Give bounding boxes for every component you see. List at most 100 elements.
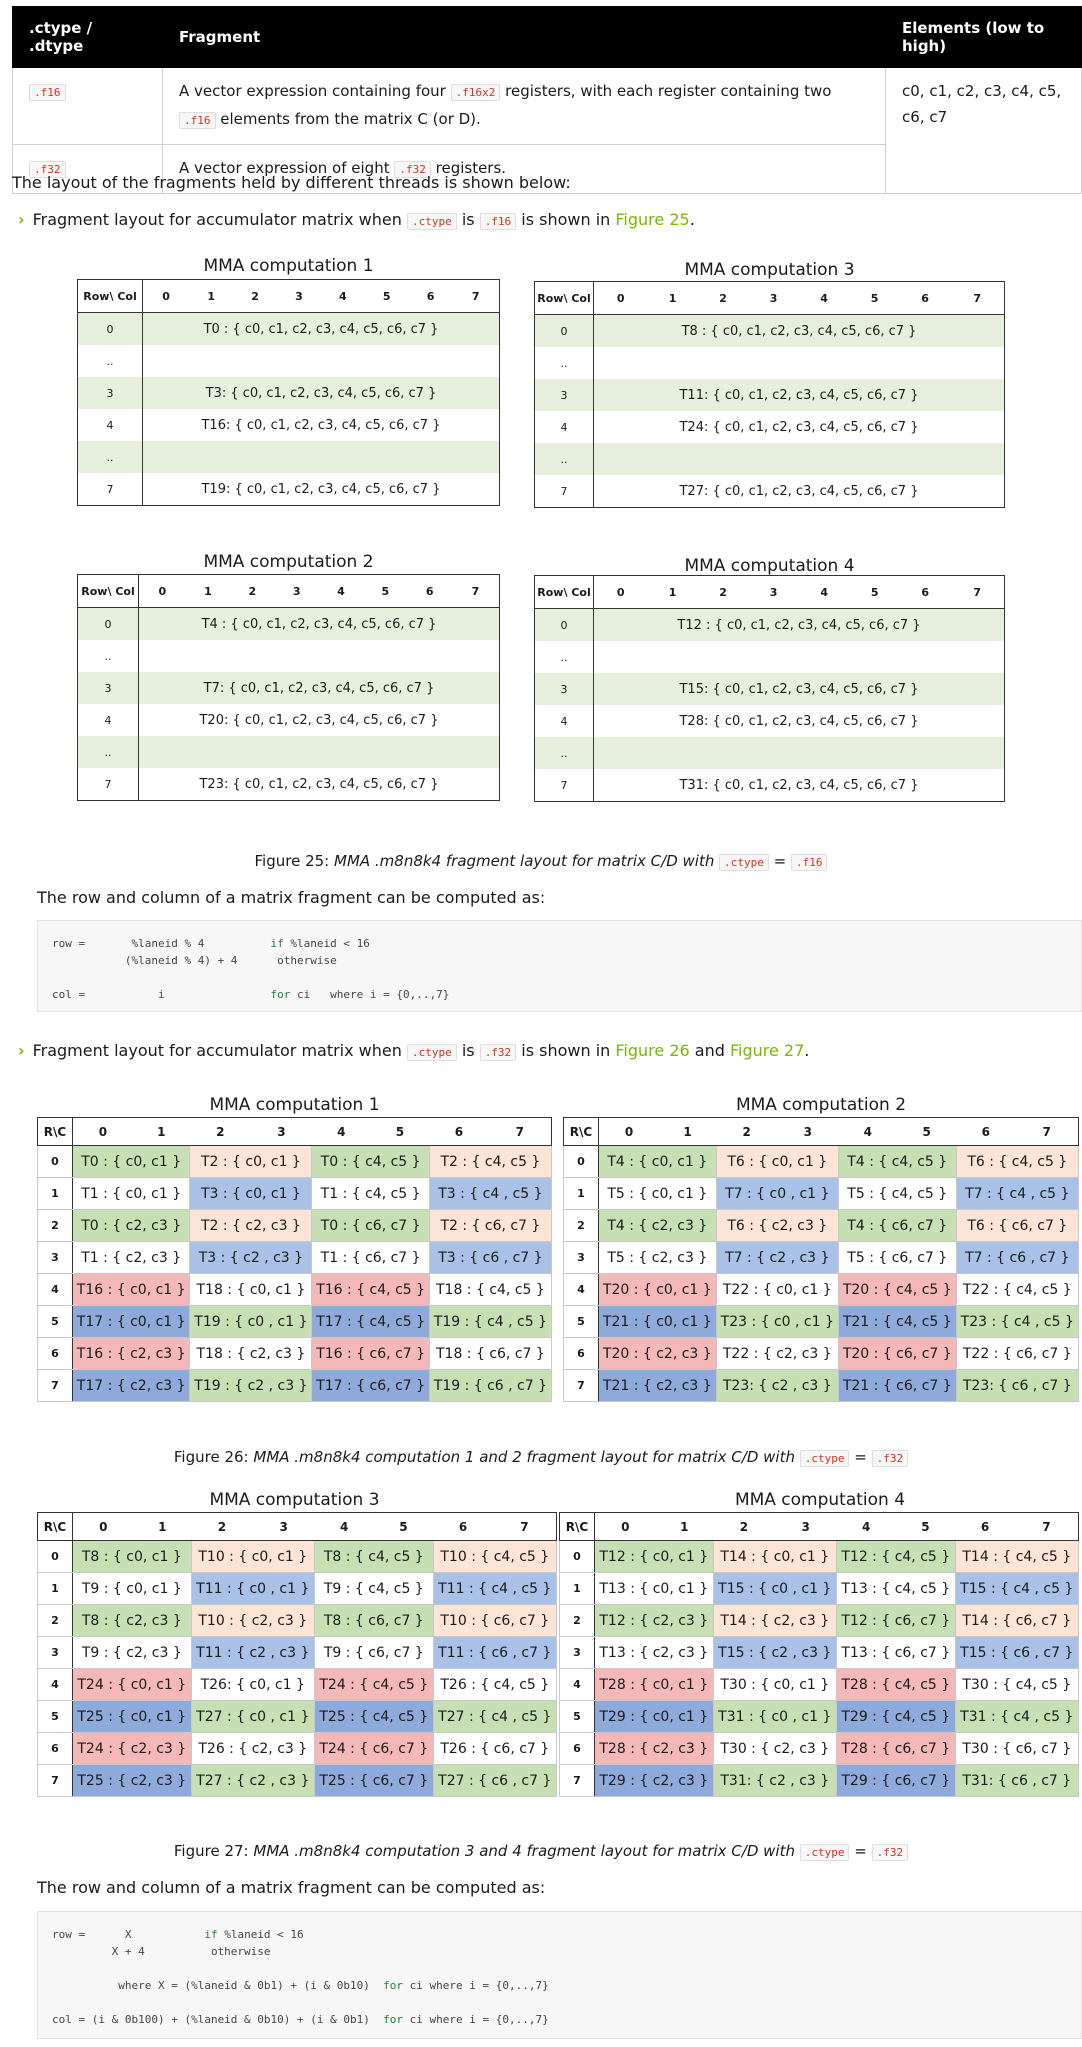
fragment-cell: T28 : { c4, c5 }: [835, 1668, 956, 1701]
row-index: 0: [534, 314, 594, 347]
col-header: 3: [276, 279, 321, 313]
fragment-cell: T14 : { c4, c5 }: [954, 1540, 1080, 1573]
figure-26-link[interactable]: Figure 26: [615, 1041, 689, 1060]
table-row: ..: [534, 443, 1005, 475]
col-header: 0: [593, 281, 648, 315]
code-keyword: for: [270, 988, 291, 1001]
fragment-cell: T4 : { c4, c5 }: [837, 1145, 957, 1178]
figure-25-link[interactable]: Figure 25: [615, 210, 689, 229]
fragment-cell: T2 : { c6, c7 }: [428, 1209, 553, 1242]
table-row: 6 T16 : { c2, c3 } T18 : { c2, c3 } T16 : {…: [37, 1337, 553, 1370]
fragment-cell: T23: { c0, c1, c2, c3, c4, c5, c6, c7 }: [199, 776, 439, 792]
fragment-cell: T7: { c0, c1, c2, c3, c4, c5, c6, c7 }: [138, 672, 500, 704]
table-row: 4 T20: { c0, c1, c2, c3, c4, c5, c6, c7 }: [77, 704, 500, 736]
row-index: 0: [37, 1145, 73, 1178]
mma-big-comp1-title: MMA computation 1: [209, 1095, 380, 1115]
fragment-cell: T16 : { c2, c3 }: [71, 1337, 191, 1370]
table-row: 6 T20 : { c2, c3 } T22 : { c2, c3 } T20 : {…: [563, 1337, 1080, 1370]
fragment-cell: T0 : { c0, c1 }: [71, 1145, 191, 1178]
fragment-cell: A vector expression containing four .f16…: [162, 67, 886, 145]
table-row: ..: [77, 345, 500, 377]
fragment-cell: T19 : { c2 , c3 }: [189, 1369, 313, 1402]
fragment-cell: T6 : { c4, c5 }: [955, 1145, 1080, 1178]
table-row: 3 T13 : { c2, c3 } T15 : { c2 , c3 } T13 : …: [559, 1636, 1080, 1669]
table-row: 3 T3: { c0, c1, c2, c3, c4, c5, c6, c7 }: [77, 377, 500, 409]
row-index: 3: [534, 379, 594, 411]
fragment-cell: T24 : { c4, c5 }: [313, 1668, 434, 1701]
code-span: .f32: [871, 1450, 909, 1467]
col-header: 7: [488, 1117, 552, 1146]
fragment-cell: T21 : { c2, c3 }: [598, 1369, 717, 1402]
col-header: Row\ Col: [534, 575, 594, 609]
table-row: 2 T0 : { c2, c3 } T2 : { c2, c3 } T0 : { c6…: [37, 1209, 553, 1242]
fragment-cell: T3 : { c6 , c7 }: [428, 1241, 553, 1274]
figure-27-link[interactable]: Figure 27: [730, 1041, 804, 1060]
col-header: 2: [230, 574, 275, 608]
table-row: 7 T19: { c0, c1, c2, c3, c4, c5, c6, c7 }: [77, 473, 500, 506]
fragment-cell: [593, 443, 1005, 475]
table-row: 1 T5 : { c0, c1 } T7 : { c0 , c1 } T5 : { c…: [563, 1177, 1080, 1210]
fragment-cell: T1 : { c6, c7 }: [311, 1241, 430, 1274]
col-header: 2: [697, 575, 749, 609]
mma-big-comp4-table: R\C 0 1 2 3 4 5 6 7 0 T12 : { c0, c1 } T14 : { c0, …: [559, 1512, 1080, 1797]
row-index: 2: [563, 1209, 599, 1242]
code-text: ci where i = {0,..,7}: [403, 1979, 549, 1992]
col-header: 2: [189, 1117, 251, 1146]
text: .: [804, 1041, 810, 1060]
fragment-cell: T14 : { c6, c7 }: [954, 1604, 1080, 1637]
table-row: 7 T29 : { c2, c3 } T31: { c2 , c3 } T29 : {…: [559, 1764, 1080, 1797]
fragment-cell: T20 : { c2, c3 }: [598, 1337, 717, 1370]
col-header: 4: [311, 1117, 371, 1146]
text: elements from the matrix C (or D).: [215, 110, 481, 128]
fragment-cell: T9 : { c2, c3 }: [72, 1636, 192, 1669]
fragment-cell: T31: { c6 , c7 }: [954, 1764, 1080, 1797]
figure-27-caption: Figure 27: MMA .m8n8k4 computation 3 and…: [0, 1842, 1082, 1861]
fragment-cell: T7 : { c4 , c5 }: [955, 1177, 1080, 1210]
fragment-cell: [593, 737, 1005, 769]
code-text: col = i: [52, 988, 271, 1001]
col-header: 4: [798, 281, 850, 315]
fragment-cell: T27 : { c2 , c3 }: [190, 1764, 315, 1797]
row-index: 3: [559, 1636, 595, 1669]
col-header: 4: [836, 1512, 896, 1541]
col-header: 0: [598, 1117, 659, 1146]
fragment-cell: T2 : { c0, c1 }: [189, 1145, 313, 1178]
code-block-f16: row = %laneid % 4 if %laneid < 16 (%lane…: [37, 920, 1082, 1012]
code-keyword: if: [270, 937, 284, 950]
row-index: ..: [534, 443, 594, 475]
fragment-cell: [138, 736, 500, 768]
row-index: 3: [534, 673, 594, 705]
row-index: 0: [534, 608, 594, 641]
row-index: 0: [559, 1540, 595, 1573]
fragment-cell: T13 : { c0, c1 }: [594, 1572, 714, 1605]
table-row: 7 T25 : { c2, c3 } T27 : { c2 , c3 } T25 : …: [37, 1764, 558, 1797]
row-index: 7: [37, 1764, 73, 1797]
col-header: 6: [899, 281, 951, 315]
fragment-cell: T11 : { c0 , c1 }: [190, 1572, 315, 1605]
table-row: 7 T23: { c0, c1, c2, c3, c4, c5, c6, c7 }: [77, 768, 500, 801]
fragment-cell: T22 : { c6, c7 }: [955, 1337, 1080, 1370]
table-row: 4 T16: { c0, c1, c2, c3, c4, c5, c6, c7 }: [77, 409, 500, 441]
table-row: ..: [534, 347, 1005, 379]
mma-header-row: Row\ Col 0 1 2 3 4 5 6 7: [534, 575, 1005, 609]
fragment-cell: T11: { c0, c1, c2, c3, c4, c5, c6, c7 }: [593, 379, 1005, 411]
elements-cell: c0, c1, c2, c3, c4, c5, c6, c7: [885, 67, 1082, 194]
fragment-cell: T10 : { c4, c5 }: [432, 1540, 558, 1573]
code-text: col = (i & 0b100) + (%laneid & 0b10) + (…: [52, 2013, 384, 2026]
fragment-cell: T15 : { c0 , c1 }: [712, 1572, 837, 1605]
fragment-cell: [142, 441, 500, 473]
row-index: 7: [534, 475, 594, 508]
mma-comp2-table: Row\ Col 0 1 2 3 4 5 6 7 0 T4 : { c0, c1, c2, c3, …: [77, 574, 500, 801]
code-text: ci where i = {0,..,7}: [290, 988, 450, 1001]
fragment-cell: T6 : { c0, c1 }: [715, 1145, 839, 1178]
fragment-cell: [594, 641, 1005, 673]
table-row: 4 T28 : { c0, c1 } T30 : { c0, c1 } T28 : {…: [559, 1668, 1080, 1701]
table-row: 7 T17 : { c2, c3 } T19 : { c2 , c3 } T17 : …: [37, 1369, 553, 1402]
table-row: 3 T7: { c0, c1, c2, c3, c4, c5, c6, c7 }: [77, 672, 500, 704]
mma-big-comp2-table: R\C 0 1 2 3 4 5 6 7 0 T4 : { c0, c1 } T6 : { c0, c1…: [563, 1117, 1080, 1402]
table-row: 7 T27: { c0, c1, c2, c3, c4, c5, c6, c7 }: [534, 475, 1005, 508]
fragment-cell: T8 : { c6, c7 }: [313, 1604, 434, 1637]
fragment-cell: T15 : { c2 , c3 }: [712, 1636, 837, 1669]
fragment-cell: T25 : { c2, c3 }: [72, 1764, 192, 1797]
mma-comp1-title: MMA computation 1: [203, 256, 374, 276]
